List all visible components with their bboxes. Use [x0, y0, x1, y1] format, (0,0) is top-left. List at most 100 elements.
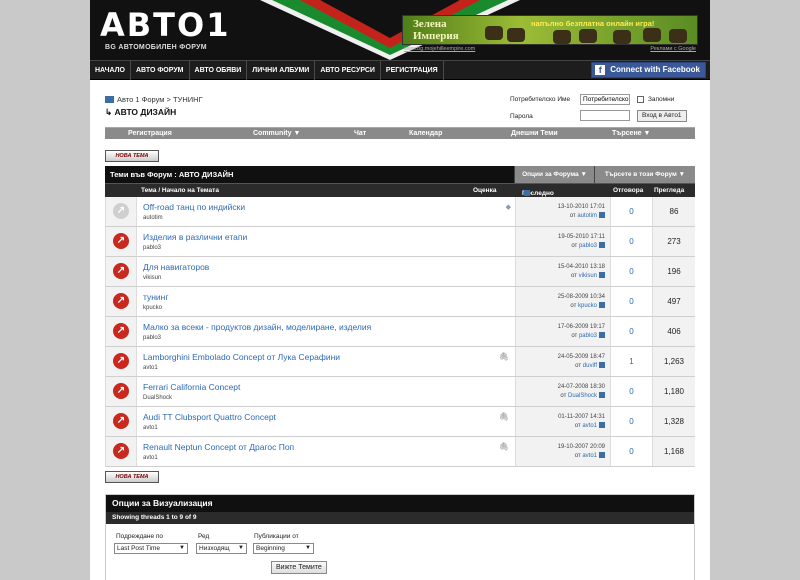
subnav-search[interactable]: Търсене ▼: [612, 128, 650, 140]
thread-status-icon[interactable]: ↗: [113, 413, 129, 429]
replies-count[interactable]: 0: [610, 437, 652, 466]
last-poster-link[interactable]: avto1: [582, 423, 597, 429]
thread-status-cell: ↗: [106, 347, 137, 376]
nav-item-home[interactable]: НАЧАЛО: [90, 61, 131, 80]
forum-options-menu[interactable]: Опции за Форума ▼: [514, 166, 594, 183]
go-last-post-icon[interactable]: [599, 332, 605, 338]
go-last-post-icon[interactable]: [599, 302, 605, 308]
forum-home-icon[interactable]: [105, 96, 114, 103]
subnav-calendar[interactable]: Календар: [409, 128, 442, 140]
new-topic-button-bottom[interactable]: НОВА ТЕМА: [105, 471, 159, 483]
col-rating[interactable]: Оценка: [473, 187, 496, 194]
go-last-post-icon[interactable]: [599, 452, 605, 458]
replies-count[interactable]: 0: [610, 197, 652, 226]
thread-status-icon[interactable]: ↗: [113, 293, 129, 309]
replies-count[interactable]: 0: [610, 377, 652, 406]
last-post-cell: 13-10-2010 17:01 от autotim: [515, 197, 610, 226]
thread-author[interactable]: kpucko: [143, 305, 162, 311]
thread-author[interactable]: avto1: [143, 425, 158, 431]
ad-banner[interactable]: Зелена Империя напълно безплатна онлайн …: [402, 15, 698, 45]
thread-status-icon[interactable]: ↗: [113, 443, 129, 459]
thread-author[interactable]: pablo3: [143, 245, 161, 251]
replies-count[interactable]: 0: [610, 227, 652, 256]
thread-title-link[interactable]: Малко за всеки - продуктов дизайн, модел…: [143, 322, 371, 332]
nav-item-classifieds[interactable]: АВТО ОБЯВИ: [190, 61, 248, 80]
replies-count[interactable]: 0: [610, 317, 652, 346]
thread-author[interactable]: vikisun: [143, 275, 161, 281]
remember-checkbox[interactable]: [637, 96, 644, 103]
thread-author[interactable]: DualShock: [143, 395, 172, 401]
col-views[interactable]: Прегледа: [654, 187, 684, 194]
replies-count[interactable]: 1: [610, 347, 652, 376]
thread-author[interactable]: pablo3: [143, 335, 161, 341]
last-poster-link[interactable]: pablo3: [579, 333, 597, 339]
last-poster-link[interactable]: pablo3: [579, 243, 597, 249]
google-ads-link[interactable]: Реклами с Google: [650, 46, 696, 52]
thread-status-icon[interactable]: ↗: [113, 323, 129, 339]
sort-select[interactable]: Last Post Time ▼: [114, 543, 188, 554]
go-last-post-icon[interactable]: [599, 272, 605, 278]
last-poster-link[interactable]: autotim: [577, 213, 597, 219]
thread-author[interactable]: avto1: [143, 455, 158, 461]
breadcrumb-path[interactable]: Авто 1 Форум > ТУНИНГ: [117, 95, 203, 104]
tag-icon[interactable]: ◆: [506, 203, 511, 211]
facebook-connect-button[interactable]: f Connect with Facebook: [591, 62, 706, 78]
thread-status-icon[interactable]: ↗: [113, 203, 129, 219]
thread-title-link[interactable]: Изделия в различни етапи: [143, 232, 247, 242]
paperclip-icon[interactable]: 🖇: [499, 442, 509, 451]
show-threads-button[interactable]: Вижте Темите: [271, 561, 327, 574]
sort-select-value: Last Post Time: [117, 545, 160, 552]
nav-item-forum[interactable]: АВТО ФОРУМ: [131, 61, 190, 80]
thread-title-link[interactable]: Off-road танц по индийски: [143, 202, 245, 212]
last-post-cell: 01-11-2007 14:31 от avto1: [515, 407, 610, 436]
replies-count[interactable]: 0: [610, 407, 652, 436]
replies-count[interactable]: 0: [610, 257, 652, 286]
thread-title-link[interactable]: Audi TT Clubsport Quattro Concept: [143, 412, 276, 422]
new-topic-button[interactable]: НОВА ТЕМА: [105, 150, 159, 162]
go-last-post-icon[interactable]: [599, 212, 605, 218]
thread-title-link[interactable]: Для навигаторов: [143, 262, 209, 272]
go-last-post-icon[interactable]: [599, 362, 605, 368]
subnav-community[interactable]: Community ▼: [253, 128, 300, 140]
last-poster-link[interactable]: DualShock: [568, 393, 597, 399]
col-replies[interactable]: Отговора: [613, 187, 643, 194]
col-topic[interactable]: Тема / Начало на Темата: [141, 187, 219, 194]
thread-title-link[interactable]: Ferrari California Concept: [143, 382, 240, 392]
thread-author[interactable]: avto1: [143, 365, 158, 371]
thread-title-link[interactable]: Lamborghini Embolado Concept от Лука Сер…: [143, 352, 340, 362]
login-button[interactable]: Вход в Авто1: [637, 110, 687, 122]
thread-author[interactable]: autotim: [143, 215, 163, 221]
username-input[interactable]: Потребителско: [580, 94, 630, 105]
published-select[interactable]: Beginning ▼: [253, 543, 314, 554]
banner-link[interactable]: www.bg.mojehilleempire.com: [404, 46, 475, 52]
thread-title-link[interactable]: тунинг: [143, 292, 168, 302]
subnav-register[interactable]: Регистрация: [128, 128, 172, 140]
go-last-post-icon[interactable]: [599, 392, 605, 398]
thread-status-icon[interactable]: ↗: [113, 383, 129, 399]
go-last-post-icon[interactable]: [599, 422, 605, 428]
order-select[interactable]: Низходящ ▼: [196, 543, 247, 554]
subnav-today[interactable]: Днешни Теми: [511, 128, 558, 140]
subnav-chat[interactable]: Чат: [354, 128, 366, 140]
thread-status-icon[interactable]: ↗: [113, 353, 129, 369]
password-input[interactable]: [580, 110, 630, 121]
nav-item-resources[interactable]: АВТО РЕСУРСИ: [315, 61, 381, 80]
last-post-by: от pablo3: [571, 242, 605, 249]
thread-status-icon[interactable]: ↗: [113, 263, 129, 279]
by-prefix: от: [575, 363, 582, 369]
forum-search-menu[interactable]: Търсете в този Форум ▼: [594, 166, 695, 183]
thread-status-icon[interactable]: ↗: [113, 233, 129, 249]
go-last-post-icon[interactable]: [599, 242, 605, 248]
site-logo[interactable]: АВТО1: [100, 8, 230, 42]
nav-item-register[interactable]: РЕГИСТРАЦИЯ: [381, 61, 444, 80]
nav-item-albums[interactable]: ЛИЧНИ АЛБУМИ: [247, 61, 316, 80]
paperclip-icon[interactable]: 🖇: [499, 352, 509, 361]
last-poster-link[interactable]: duviff: [583, 363, 597, 369]
paperclip-icon[interactable]: 🖇: [499, 412, 509, 421]
thread-title-link[interactable]: Renault Neptun Concept от Драгос Поп: [143, 442, 294, 452]
last-poster-link[interactable]: avto1: [582, 453, 597, 459]
replies-count[interactable]: 0: [610, 287, 652, 316]
last-poster-link[interactable]: vikisun: [579, 273, 597, 279]
last-poster-link[interactable]: kpucko: [578, 303, 597, 309]
views-count: 196: [652, 257, 695, 286]
